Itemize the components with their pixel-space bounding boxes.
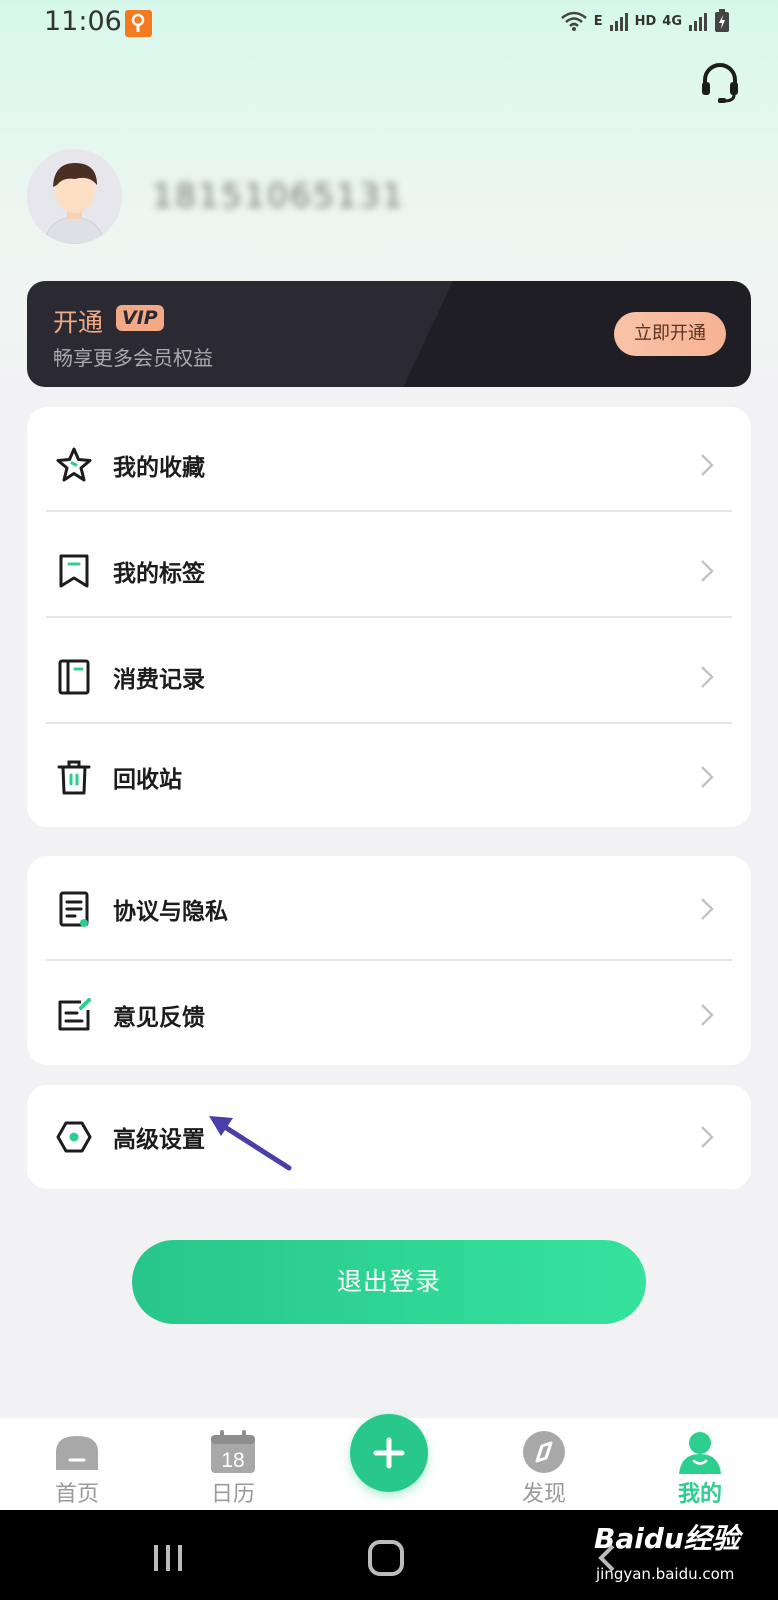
menu-item-tags[interactable]: 我的标签 [27, 518, 751, 624]
recent-apps-icon[interactable] [150, 1543, 186, 1573]
tab-label: 日历 [210, 1482, 255, 1507]
compass-icon [523, 1431, 565, 1473]
status-time: 11:06 [44, 6, 122, 37]
tab-label: 发现 [521, 1482, 566, 1507]
battery-charging-icon [715, 9, 729, 32]
hexagon-settings-icon [56, 1121, 92, 1153]
menu-item-recycle-bin[interactable]: 回收站 [27, 724, 751, 830]
home-icon [56, 1436, 98, 1470]
wifi-icon [560, 11, 587, 31]
calendar-icon: 18 [211, 1430, 255, 1473]
star-icon [56, 447, 92, 482]
menu-card-3: 高级设置 [27, 1085, 751, 1189]
notebook-icon [58, 659, 90, 695]
divider [46, 959, 732, 961]
person-icon [679, 1432, 721, 1474]
plus-icon [373, 1437, 405, 1469]
menu-item-label: 高级设置 [113, 1127, 205, 1153]
baidu-watermark: Baidu经验 jingyan.baidu.com [594, 1505, 744, 1597]
vip-subtitle: 畅享更多会员权益 [53, 346, 213, 370]
username: 18151065131 [152, 176, 405, 215]
chevron-right-icon [701, 1004, 714, 1026]
status-icons: E HD 4G [560, 9, 730, 33]
menu-item-label: 消费记录 [113, 667, 205, 693]
home-nav-button[interactable] [368, 1540, 404, 1576]
chevron-right-icon [701, 560, 714, 582]
menu-card-1: 我的收藏 我的标签 消费记录 回收站 [27, 407, 751, 827]
menu-item-label: 协议与隐私 [113, 899, 228, 925]
trash-icon [57, 760, 91, 795]
watermark-brand: Baidu经验 [594, 1522, 740, 1555]
bookmark-tag-icon [59, 554, 89, 588]
notification-app-icon [125, 10, 152, 37]
menu-item-advanced-settings[interactable]: 高级设置 [27, 1084, 751, 1190]
tab-mine[interactable]: 我的 [650, 1426, 750, 1507]
menu-item-label: 我的标签 [113, 561, 205, 587]
menu-item-agreement-privacy[interactable]: 协议与隐私 [27, 856, 751, 962]
logout-button[interactable]: 退出登录 [132, 1240, 646, 1324]
add-button[interactable] [350, 1414, 428, 1492]
divider [46, 616, 732, 618]
document-icon [59, 891, 89, 927]
menu-item-feedback[interactable]: 意见反馈 [27, 962, 751, 1068]
menu-card-2: 协议与隐私 意见反馈 [27, 856, 751, 1065]
network-type-e: E [593, 13, 603, 29]
watermark-url: jingyan.baidu.com [596, 1565, 735, 1583]
feedback-edit-icon [58, 998, 91, 1031]
menu-item-consumption-records[interactable]: 消费记录 [27, 624, 751, 730]
calendar-day-number: 18 [221, 1449, 244, 1472]
tab-discover[interactable]: 发现 [494, 1426, 594, 1507]
vip-subscribe-button[interactable]: 立即开通 [614, 312, 726, 356]
network-type-4g: 4G [662, 13, 682, 29]
tab-home[interactable]: 首页 [27, 1426, 127, 1507]
chevron-right-icon [701, 766, 714, 788]
customer-service-headset-icon[interactable] [700, 62, 740, 104]
hd-indicator: HD [634, 13, 657, 29]
tab-calendar[interactable]: 18 日历 [183, 1426, 283, 1507]
vip-badge: VIP [116, 305, 164, 331]
status-bar: 11:06 E HD 4G [0, 0, 778, 48]
vip-banner[interactable]: 开通 VIP 畅享更多会员权益 立即开通 [27, 281, 751, 387]
tab-label: 我的 [677, 1482, 722, 1507]
tab-label: 首页 [54, 1482, 99, 1507]
chevron-right-icon [701, 1126, 714, 1148]
chevron-right-icon [701, 666, 714, 688]
vip-title: 开通 [53, 308, 104, 337]
menu-item-favorites[interactable]: 我的收藏 [27, 412, 751, 518]
signal-icon [609, 13, 628, 31]
divider [46, 510, 732, 512]
menu-item-label: 我的收藏 [113, 455, 205, 481]
chevron-right-icon [701, 454, 714, 476]
chevron-right-icon [701, 898, 714, 920]
menu-item-label: 意见反馈 [113, 1005, 205, 1031]
signal-icon-2 [689, 13, 707, 31]
menu-item-label: 回收站 [113, 767, 182, 793]
avatar[interactable] [27, 149, 122, 244]
